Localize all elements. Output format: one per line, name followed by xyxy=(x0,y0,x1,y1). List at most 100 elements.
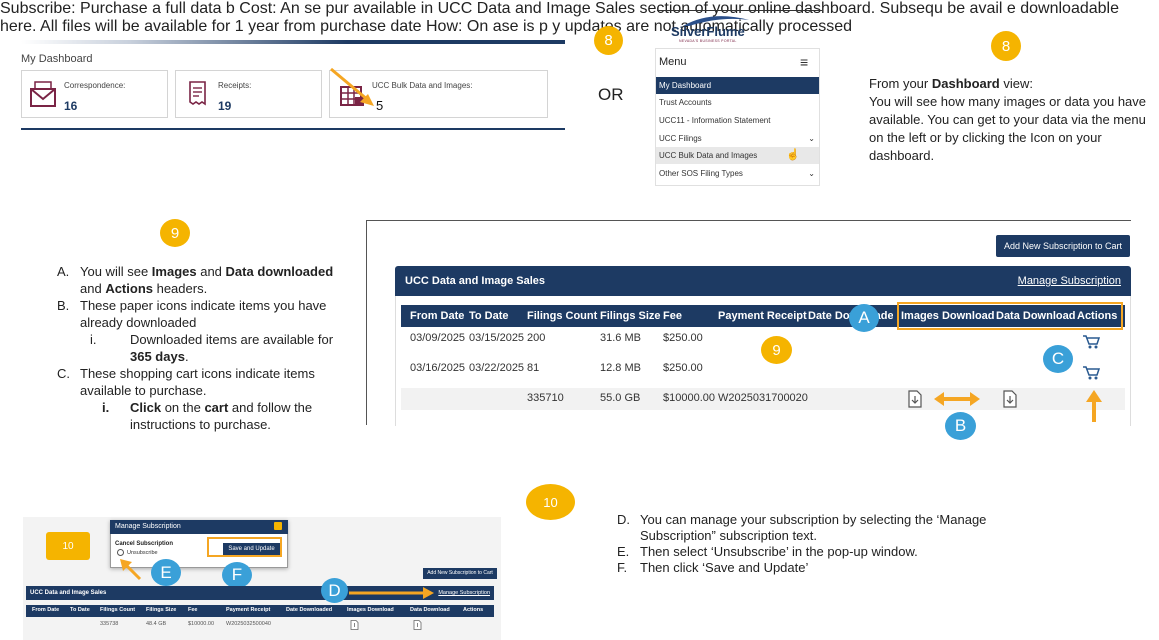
step-10-badge: 10 xyxy=(526,484,575,520)
list-subitem-c-i: i. Click on the cart and follow the inst… xyxy=(57,399,337,433)
right-arrow-icon xyxy=(349,587,434,599)
save-and-update-button[interactable]: Save and Update xyxy=(223,543,280,555)
download-document-icon[interactable] xyxy=(1002,390,1018,408)
correspondence-card[interactable]: Correspondence: 16 xyxy=(21,70,168,118)
sales-header: UCC Data and Image Sales Manage Subscrip… xyxy=(395,266,1131,296)
cell-fee: $10000.00 xyxy=(188,621,214,627)
col-payment-receipt: Payment Receipt xyxy=(226,607,271,613)
cell-to-date: 03/15/2025 xyxy=(469,332,525,344)
col-filings-count: Filings Count xyxy=(527,310,598,322)
col-filings-count: Filings Count xyxy=(100,607,136,613)
cell-payment-receipt[interactable]: W2025032500040 xyxy=(226,621,271,627)
menu-item-my-dashboard[interactable]: My Dashboard xyxy=(656,77,819,94)
text-fragment: These paper icons indicate items you hav… xyxy=(80,298,327,330)
up-arrow-icon xyxy=(1086,390,1102,422)
cancel-subscription-label: Cancel Subscription xyxy=(115,541,174,547)
unsubscribe-radio[interactable] xyxy=(117,549,124,556)
list-item-c: C. These shopping cart icons indicate it… xyxy=(57,365,337,399)
step-8-badge: 8 xyxy=(594,26,623,55)
cell-payment-receipt[interactable]: W2025031700020 xyxy=(718,392,808,404)
text-bold: Data downloaded xyxy=(225,264,334,279)
manage-subscription-link[interactable]: Manage Subscription xyxy=(1018,275,1121,287)
list-marker: i. xyxy=(102,400,110,415)
logo-text: SilverFlume xyxy=(671,24,745,39)
text-bold: Dashboard xyxy=(931,76,1000,91)
cart-icon[interactable] xyxy=(1082,334,1100,350)
text-fragment: . xyxy=(184,349,189,364)
headers-highlight xyxy=(897,302,1123,330)
text-fragment: You will see xyxy=(80,264,152,279)
bg-text: se pur xyxy=(304,0,349,17)
menu-item-trust-accounts[interactable]: Trust Accounts xyxy=(656,94,819,111)
callout-f: F xyxy=(222,562,252,588)
list-item-d: D. You can manage your subscription by s… xyxy=(617,512,1037,544)
cell-filings-size: 31.6 MB xyxy=(600,332,641,344)
bg-text: be avail xyxy=(947,0,1003,17)
menu-item-ucc-filings[interactable]: UCC Filings ⌄ xyxy=(656,130,819,147)
text-fragment: Then select ‘Unsubscribe’ in the pop-up … xyxy=(640,544,918,559)
text-bold: Images xyxy=(151,264,197,279)
card-count: 19 xyxy=(218,99,232,113)
step-9-badge: 9 xyxy=(160,219,190,247)
text-fragment: and xyxy=(80,281,106,296)
cart-icon[interactable] xyxy=(1082,365,1100,381)
col-data-download: Data Download xyxy=(410,607,450,613)
add-subscription-button[interactable]: Add New Subscription to Cart xyxy=(996,235,1130,257)
card-label: Receipts: xyxy=(218,81,252,90)
menu-item-label: UCC11 - Information Statement xyxy=(659,116,771,125)
menu-item-label: UCC Filings xyxy=(659,134,702,143)
step-10-badge: 10 xyxy=(46,532,90,560)
col-filings-size: Filings Size xyxy=(146,607,177,613)
text-fragment: You can manage your subscription by sele… xyxy=(640,512,987,543)
col-fee: Fee xyxy=(188,607,198,613)
cell-to-date: 03/22/2025 xyxy=(469,362,525,374)
menu-item-ucc-bulk-data[interactable]: UCC Bulk Data and Images ☝ xyxy=(656,147,819,164)
list-item-b: B. These paper icons indicate items you … xyxy=(57,297,337,331)
bg-text: Subscribe: Purchase a full data b xyxy=(0,0,235,17)
col-images-download: Images Download xyxy=(347,607,394,613)
menu-item-label: Trust Accounts xyxy=(659,98,712,107)
cell-fee: $10000.00 xyxy=(663,392,715,404)
callout-e: E xyxy=(151,559,181,586)
menu-item-other-sos[interactable]: Other SOS Filing Types ⌄ xyxy=(656,165,819,182)
text-body: You will see how many images or data you… xyxy=(869,94,1147,163)
list-subitem-b-i: i. Downloaded items are available for 36… xyxy=(57,331,337,365)
list-marker: F. xyxy=(617,560,628,575)
menu-item-ucc11[interactable]: UCC11 - Information Statement xyxy=(656,112,819,129)
list-marker: D. xyxy=(617,512,630,527)
callout-d: D xyxy=(321,578,348,603)
bg-text: Cost: An xyxy=(239,0,300,17)
col-to-date: To Date xyxy=(469,310,509,322)
menu-title: Menu xyxy=(659,56,687,68)
double-arrow-icon xyxy=(934,392,980,406)
pointer-arrow-icon xyxy=(330,67,374,106)
receipts-card[interactable]: Receipts: 19 xyxy=(175,70,322,118)
col-from-date: From Date xyxy=(32,607,60,613)
cell-from-date: 03/09/2025 xyxy=(410,332,466,344)
card-count: 16 xyxy=(64,99,78,113)
col-actions: Actions xyxy=(463,607,484,613)
hamburger-icon[interactable]: ≡ xyxy=(800,55,808,69)
download-document-icon[interactable] xyxy=(907,390,923,408)
close-icon[interactable] xyxy=(274,522,282,530)
text-fragment: Then click ‘Save and Update’ xyxy=(640,560,809,575)
download-document-icon[interactable] xyxy=(350,620,359,630)
logo-subtext: NEVADA'S BUSINESS PORTAL xyxy=(679,39,737,43)
cell-fee: $250.00 xyxy=(663,362,703,374)
col-from-date: From Date xyxy=(410,310,465,322)
text-bold: 365 days xyxy=(130,349,185,364)
list-marker: i. xyxy=(90,332,97,347)
or-label: OR xyxy=(598,85,624,104)
download-document-icon[interactable] xyxy=(413,620,422,630)
add-subscription-button[interactable]: Add New Subscription to Cart xyxy=(423,568,497,579)
cell-filings-size: 55.0 GB xyxy=(600,392,641,404)
step-10-instructions: D. You can manage your subscription by s… xyxy=(617,512,1037,576)
manage-subscription-link[interactable]: Manage Subscription xyxy=(438,590,490,596)
chevron-down-icon: ⌄ xyxy=(808,169,815,178)
bg-text: How: On xyxy=(426,18,489,35)
text-fragment: and xyxy=(196,264,226,279)
cell-fee: $250.00 xyxy=(663,332,703,344)
card-label: Correspondence: xyxy=(64,81,126,90)
card-label: UCC Bulk Data and Images: xyxy=(372,81,473,90)
popup-header: Manage Subscription xyxy=(110,520,288,534)
